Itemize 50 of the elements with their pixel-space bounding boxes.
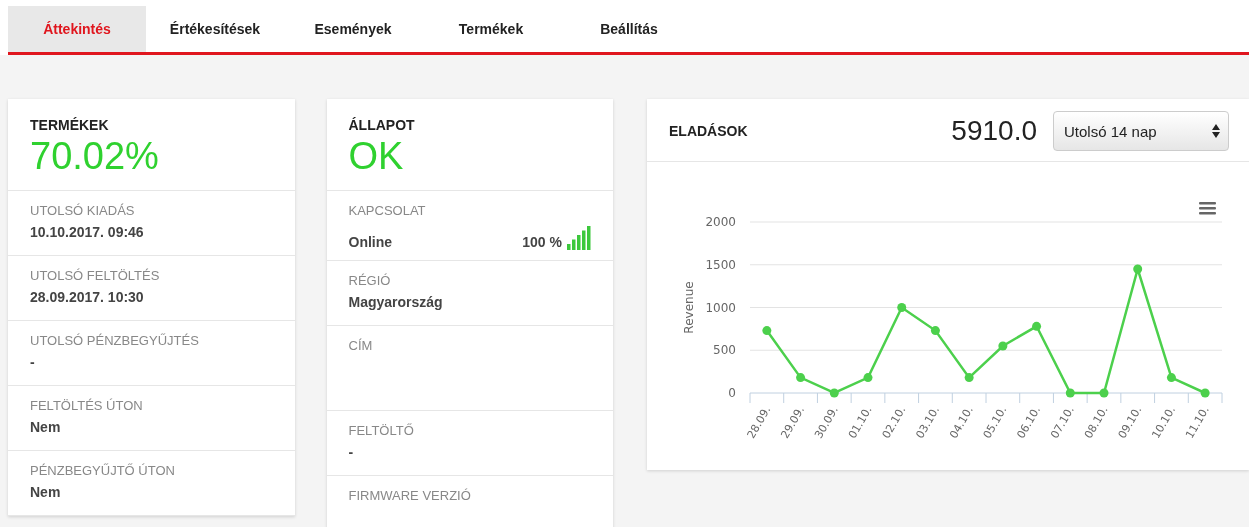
updown-icon	[1212, 124, 1220, 138]
axis-tick-label: 1000	[705, 300, 736, 315]
data-point	[964, 373, 974, 383]
data-point	[1200, 388, 1210, 398]
menu-icon[interactable]	[1199, 202, 1216, 215]
card-title: ELADÁSOK	[669, 123, 749, 139]
field-value: -	[30, 354, 36, 370]
data-point	[998, 341, 1008, 351]
axis-tick-label: 2000	[705, 215, 736, 229]
field-label: RÉGIÓ	[348, 273, 392, 288]
field-value: Online	[348, 234, 393, 250]
field-value: 10.10.2017. 09:46	[30, 224, 145, 240]
data-point	[1099, 388, 1109, 398]
sales-total: 5910.0	[951, 115, 1037, 147]
field-label: UTOLSÓ KIADÁS	[30, 203, 136, 218]
field-value: Nem	[30, 419, 62, 435]
data-point	[897, 303, 907, 312]
axis-tick-label: 0	[728, 386, 736, 400]
data-point	[1133, 264, 1143, 274]
field-label: KAPCSOLAT	[348, 203, 427, 218]
field-label: UTOLSÓ PÉNZBEGYŰJTÉS	[30, 333, 200, 348]
data-point	[796, 373, 806, 383]
data-point	[930, 326, 940, 336]
data-point	[1065, 388, 1075, 398]
field-label: FIRMWARE VERZIÓ	[348, 488, 472, 503]
field-label: FELTÖLTÉS ÚTON	[30, 398, 144, 413]
data-point	[762, 326, 772, 336]
field-value: 28.09.2017. 10:30	[30, 289, 145, 305]
field-value: Magyarország	[348, 294, 444, 310]
axis-tick-label: 1500	[705, 257, 736, 272]
card-title: ÁLLAPOT	[348, 117, 416, 133]
field-label: PÉNZBEGYŰJTŐ ÚTON	[30, 463, 176, 478]
data-point	[863, 373, 873, 383]
signal-reading: 100 %	[522, 234, 562, 250]
data-point	[1166, 373, 1176, 383]
axis-tick-label: 500	[713, 343, 736, 358]
field-label: FELTÖLTŐ	[348, 423, 415, 438]
card-value: 70.02%	[30, 135, 160, 178]
field-value: Nem	[30, 484, 62, 500]
data-point	[1032, 321, 1042, 331]
field-label: UTOLSÓ FELTÖLTÉS	[30, 268, 161, 283]
signal-icon	[567, 226, 591, 250]
axis-title: Revenue	[682, 281, 696, 334]
field-label: CÍM	[348, 338, 374, 353]
card-title: TERMÉKEK	[30, 117, 110, 133]
data-point	[829, 388, 839, 398]
nav-tab[interactable]: Áttekintés	[8, 6, 146, 52]
field-value: -	[348, 444, 355, 460]
period-dropdown[interactable]: Utolsó 14 nap	[1053, 111, 1229, 151]
card-value: OK	[348, 135, 405, 178]
